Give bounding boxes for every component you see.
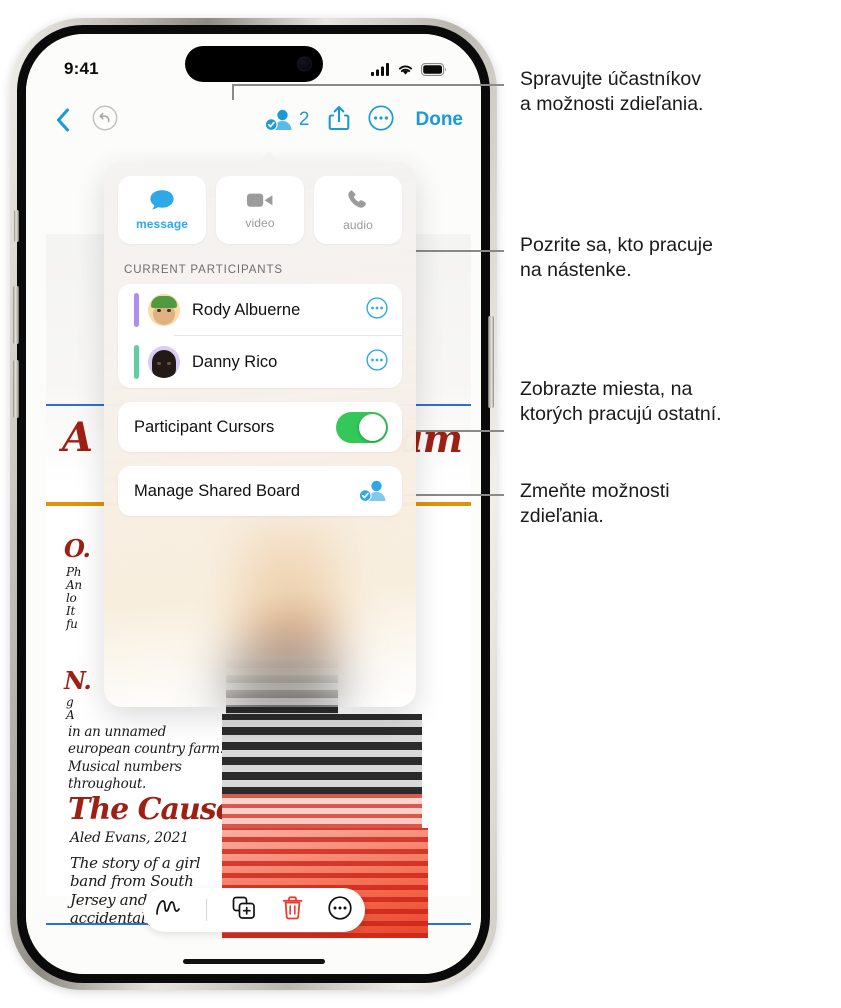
- front-camera-icon: [296, 56, 312, 72]
- callout-1-line-2: a možnosti zdieľania.: [520, 93, 704, 116]
- more-circle-icon: [328, 895, 352, 920]
- participants-count: 2: [298, 109, 310, 130]
- phone-bezel: A eam , O. PhAnloItfu N. gA in an unname…: [17, 25, 490, 983]
- done-button[interactable]: Done: [416, 109, 464, 131]
- share-icon: [328, 105, 349, 130]
- iphone-device-frame: A eam , O. PhAnloItfu N. gA in an unname…: [10, 18, 497, 990]
- callout-3-line-1: Zobrazte miesta, na: [520, 378, 693, 400]
- share-button[interactable]: [328, 105, 350, 136]
- video-camera-icon: [247, 193, 273, 207]
- callout-show-cursors: Zobrazte miesta, na ktorých pracujú osta…: [520, 377, 836, 428]
- back-chevron-icon: [56, 108, 70, 132]
- scribble-draw-icon: [156, 899, 180, 915]
- dynamic-island: [184, 46, 323, 82]
- volume-down-button[interactable]: [13, 360, 19, 418]
- toggle-knob: [359, 413, 386, 441]
- toolbar-separator: [206, 899, 208, 921]
- board-note-heading-2: N.: [64, 666, 92, 695]
- duplicate-tool-button[interactable]: [232, 896, 256, 925]
- participants-checkmark-icon: [264, 109, 292, 131]
- board-note-lines-1: Ph An lo It fu: [66, 565, 82, 631]
- delete-tool-button[interactable]: [282, 895, 303, 925]
- battery-icon: [421, 62, 447, 76]
- participant-name: Danny Rico: [192, 352, 278, 371]
- avatar: [148, 346, 180, 378]
- volume-up-button[interactable]: [13, 286, 19, 344]
- participant-name: Rody Albuerne: [192, 300, 301, 319]
- more-circle-icon: [367, 104, 394, 131]
- message-bubble-icon: [150, 190, 174, 210]
- draw-tool-button[interactable]: [155, 898, 181, 923]
- quick-action-message[interactable]: message: [118, 176, 206, 244]
- back-button[interactable]: [46, 108, 80, 132]
- callout-3-line-2: ktorých pracujú ostatní.: [520, 403, 722, 426]
- participant-cursors-row[interactable]: Participant Cursors: [118, 402, 402, 452]
- participant-row[interactable]: Rody Albuerne: [118, 284, 402, 336]
- quick-actions-row: message video audio: [104, 162, 416, 244]
- share-popover: message video audio CURRENT PARTICIPANTS…: [104, 162, 416, 707]
- home-indicator: [182, 959, 325, 964]
- callout-4-line-2: zdieľania.: [520, 505, 604, 528]
- avatar: [148, 294, 180, 326]
- board-bottom-toolbar: [142, 888, 365, 932]
- participant-cursors-toggle[interactable]: [336, 411, 388, 443]
- undo-icon: [92, 105, 118, 130]
- screenshot-root: A eam , O. PhAnloItfu N. gA in an unname…: [0, 0, 841, 1008]
- more-options-button[interactable]: [367, 104, 394, 136]
- callout-change-sharing: Zmeňte možnosti zdieľania.: [520, 479, 836, 530]
- callout-2-line-2: na nástenke.: [520, 259, 632, 282]
- manage-shared-board-icon: [358, 480, 386, 502]
- quick-action-message-label: message: [135, 217, 189, 231]
- status-clock: 9:41: [64, 59, 99, 78]
- quick-action-audio[interactable]: audio: [314, 176, 402, 244]
- participant-more-button[interactable]: [366, 348, 388, 376]
- more-tool-button[interactable]: [328, 895, 352, 925]
- board-note-lines-2: gA: [66, 695, 75, 722]
- phone-screen: A eam , O. PhAnloItfu N. gA in an unname…: [26, 34, 481, 974]
- quick-action-audio-label: audio: [343, 218, 373, 232]
- undo-button[interactable]: [92, 105, 118, 136]
- app-navigation-bar: 2 Done: [26, 96, 481, 144]
- participant-more-button[interactable]: [366, 296, 388, 324]
- board-synopsis-text: in an unnamed european country farm. Mus…: [68, 724, 224, 792]
- board-image-pink-strip[interactable]: [222, 794, 422, 828]
- quick-action-video[interactable]: video: [216, 176, 304, 244]
- more-circle-icon: [366, 348, 388, 371]
- board-title-left: A: [62, 414, 93, 461]
- board-entry-byline: Aled Evans, 2021: [70, 830, 189, 846]
- trash-icon: [282, 895, 303, 919]
- wifi-icon: [398, 64, 413, 75]
- participant-row[interactable]: Danny Rico: [118, 336, 402, 388]
- popover-arrow: [256, 152, 282, 165]
- participant-color-bar: [134, 293, 139, 327]
- participants-card: Rody Albuerne Danny Rico: [118, 284, 402, 388]
- cellular-bars-icon: [371, 62, 389, 76]
- phone-handset-icon: [348, 190, 366, 208]
- callout-see-who-works: Pozrite sa, kto pracuje na nástenke.: [520, 233, 836, 284]
- action-button[interactable]: [14, 210, 19, 242]
- board-note-heading-1: O.: [64, 534, 91, 563]
- power-button[interactable]: [488, 316, 494, 408]
- participant-color-bar: [134, 345, 139, 379]
- callout-2-line-1: Pozrite sa, kto pracuje: [520, 234, 713, 256]
- participants-button[interactable]: 2: [264, 107, 310, 133]
- quick-action-video-label: video: [245, 216, 275, 230]
- more-circle-icon: [366, 296, 388, 319]
- duplicate-add-icon: [233, 896, 256, 919]
- manage-shared-board-row[interactable]: Manage Shared Board: [118, 466, 402, 516]
- current-participants-header: CURRENT PARTICIPANTS: [124, 264, 283, 276]
- manage-shared-board-label: Manage Shared Board: [134, 481, 301, 500]
- callout-4-line-1: Zmeňte možnosti: [520, 480, 670, 502]
- callout-1-line-1: Spravujte účastníkov: [520, 68, 702, 90]
- callout-manage-participants: Spravujte účastníkov a možnosti zdieľani…: [520, 67, 836, 118]
- participant-cursors-label: Participant Cursors: [134, 417, 275, 436]
